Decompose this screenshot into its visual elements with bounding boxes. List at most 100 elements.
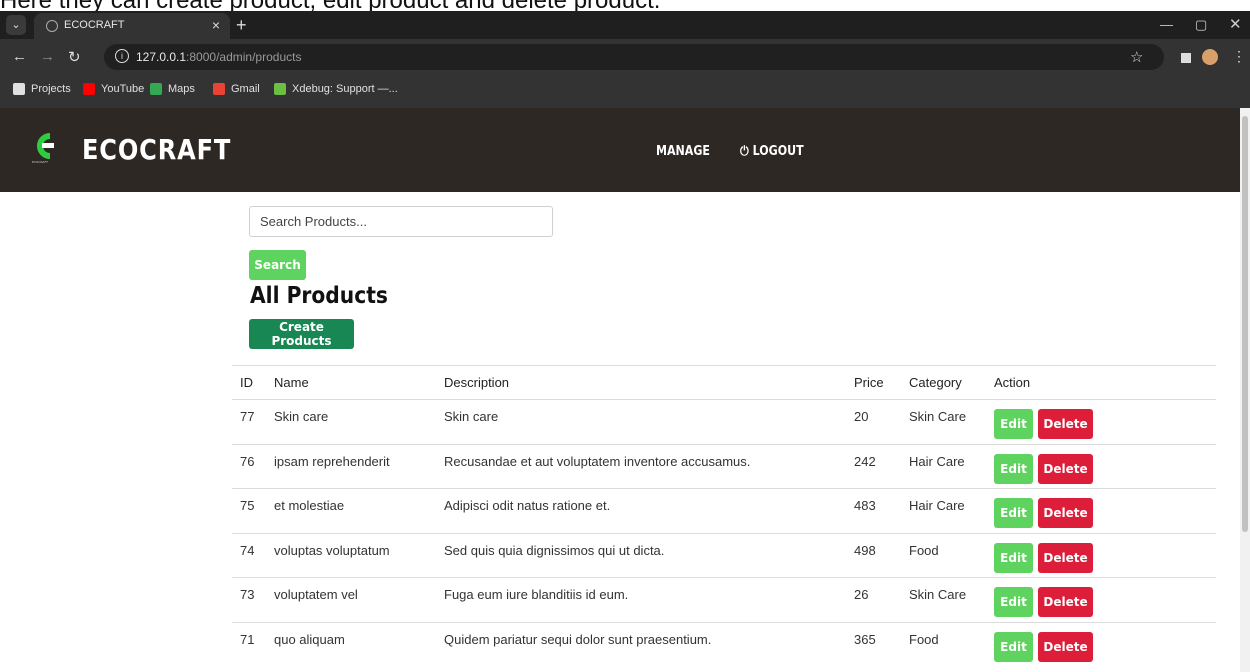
url-path: :8000/admin/products (186, 50, 302, 64)
browser-tab[interactable]: ECOCRAFT × (34, 13, 230, 39)
cell-price: 365 (854, 631, 876, 647)
edit-button[interactable]: Edit (994, 453, 1033, 484)
restore-icon[interactable]: ▢ (1195, 17, 1207, 33)
new-tab-plus-icon[interactable]: + (236, 15, 247, 36)
table-row: 74 voluptas voluptatum Sed quis quia digni… (232, 532, 1216, 579)
site-info-icon[interactable]: i (115, 49, 129, 63)
table-row: 75 et molestiae Adipisci odit natus ration… (232, 488, 1216, 534)
ecocraft-logo-icon[interactable]: ECOCRAFT (30, 130, 60, 164)
edit-button[interactable]: Edit (994, 409, 1033, 439)
table-row: 73 voluptatem vel Fuga eum iure blanditiis… (232, 577, 1216, 623)
col-header-description: Description (444, 375, 510, 390)
cell-price: 26 (854, 587, 869, 602)
bookmark-label: Maps (168, 83, 195, 95)
scrollbar-thumb[interactable] (1242, 116, 1248, 532)
cell-id: 75 (240, 498, 255, 513)
address-bar[interactable]: i 127.0.0.1:8000/admin/products (104, 44, 1164, 70)
cell-id: 77 (240, 409, 255, 424)
cell-category: Food (909, 631, 939, 647)
table-row: 77 Skin care Skin care 20 Skin Care Edit Delet… (232, 399, 1216, 445)
xdebug-icon (274, 83, 286, 95)
back-arrow-icon[interactable]: ← (12, 48, 27, 65)
tab-favicon-icon (46, 20, 58, 32)
cell-description: Recusandae et aut voluptatem inventore a… (444, 453, 751, 469)
cell-price: 483 (854, 498, 876, 513)
edit-button[interactable]: Edit (994, 587, 1033, 617)
minimize-icon[interactable]: — (1160, 17, 1173, 32)
bookmark-label: Gmail (231, 83, 260, 95)
maps-icon (150, 83, 162, 95)
cell-description: Quidem pariatur sequi dolor sunt praesen… (444, 631, 712, 647)
col-header-price: Price (854, 375, 884, 390)
cell-name: et molestiae (274, 498, 345, 513)
cell-category: Skin Care (909, 409, 967, 424)
nav-manage-link[interactable]: MANAGE (656, 144, 710, 159)
browser-toolbar: ← → ↻ i 127.0.0.1:8000/admin/products ☆ … (0, 39, 1250, 75)
col-header-category: Category (909, 375, 962, 390)
cell-id: 73 (240, 587, 255, 602)
cell-category: Food (909, 542, 939, 558)
cell-name: ipsam reprehenderit (274, 453, 390, 469)
youtube-icon (83, 83, 95, 95)
bookmark-label: YouTube (101, 83, 145, 95)
brand-name[interactable]: ECOCRAFT (82, 133, 231, 166)
cell-name: voluptas voluptatum (274, 542, 390, 558)
caption-text: Here they can create product, edit produ… (0, 0, 661, 14)
table-header-row: ID Name Description Price Category Actio… (232, 365, 1216, 400)
edit-button[interactable]: Edit (994, 631, 1033, 662)
browser-tab-strip: ⌄ ECOCRAFT × + — ▢ ✕ (0, 11, 1250, 39)
gmail-icon (213, 83, 225, 95)
edit-button[interactable]: Edit (994, 542, 1033, 573)
bookmark-star-icon[interactable]: ☆ (1130, 48, 1143, 66)
cell-description: Fuga eum iure blanditiis id eum. (444, 587, 629, 602)
bookmark-label: Projects (31, 83, 71, 95)
bookmark-item[interactable]: Projects (13, 83, 71, 95)
delete-button[interactable]: Delete (1038, 409, 1093, 439)
nav-logout-link[interactable]: ⏻ LOGOUT (740, 144, 804, 159)
bookmark-item[interactable]: Gmail (213, 83, 260, 95)
delete-button[interactable]: Delete (1038, 631, 1093, 662)
nav-logout-label: LOGOUT (752, 144, 804, 159)
delete-button[interactable]: Delete (1038, 498, 1093, 528)
reload-icon[interactable]: ↻ (68, 48, 81, 66)
cell-price: 242 (854, 453, 876, 469)
search-button[interactable]: Search (249, 250, 306, 280)
cell-id: 76 (240, 453, 255, 469)
tab-title: ECOCRAFT (64, 19, 125, 31)
cell-description: Adipisci odit natus ratione et. (444, 498, 611, 513)
cell-description: Sed quis quia dignissimos qui ut dicta. (444, 542, 665, 558)
delete-button[interactable]: Delete (1038, 542, 1093, 573)
cell-name: voluptatem vel (274, 587, 358, 602)
cell-price: 498 (854, 542, 876, 558)
page-scrollbar[interactable] (1240, 108, 1250, 672)
close-window-icon[interactable]: ✕ (1229, 15, 1242, 33)
bookmark-item[interactable]: Maps (150, 83, 195, 95)
url-host: 127.0.0.1 (136, 50, 187, 64)
table-row: 76 ipsam reprehenderit Recusandae et aut v… (232, 443, 1216, 490)
page-title: All Products (250, 283, 388, 309)
browser-menu-icon[interactable]: ⋮ (1232, 48, 1246, 65)
delete-button[interactable]: Delete (1038, 453, 1093, 484)
cell-price: 20 (854, 409, 869, 424)
forward-arrow-icon[interactable]: → (40, 48, 55, 65)
delete-button[interactable]: Delete (1038, 587, 1093, 617)
search-input[interactable] (249, 206, 553, 237)
side-panel-icon[interactable] (1181, 53, 1191, 63)
create-products-button[interactable]: Create Products (249, 319, 354, 349)
power-icon: ⏻ (740, 144, 749, 159)
col-header-id: ID (240, 375, 253, 390)
bookmarks-bar: Projects YouTube Maps Gmail Xdebug: Support … (0, 75, 1250, 109)
url-text: 127.0.0.1:8000/admin/products (136, 50, 301, 64)
cell-name: quo aliquam (274, 631, 345, 647)
tab-search-chevron-icon[interactable]: ⌄ (6, 15, 26, 35)
cell-category: Hair Care (909, 498, 965, 513)
table-row: 71 quo aliquam Quidem pariatur sequi dolor… (232, 621, 1216, 668)
profile-avatar[interactable] (1202, 49, 1218, 65)
site-navbar: ECOCRAFT ECOCRAFT MANAGE ⏻ LOGOUT (0, 108, 1250, 192)
bookmark-label: Xdebug: Support —... (292, 83, 398, 95)
bookmark-item[interactable]: Xdebug: Support —... (274, 83, 398, 95)
bookmark-item[interactable]: YouTube (83, 83, 144, 95)
globe-icon (13, 83, 25, 95)
edit-button[interactable]: Edit (994, 498, 1033, 528)
tab-close-icon[interactable]: × (212, 17, 220, 33)
